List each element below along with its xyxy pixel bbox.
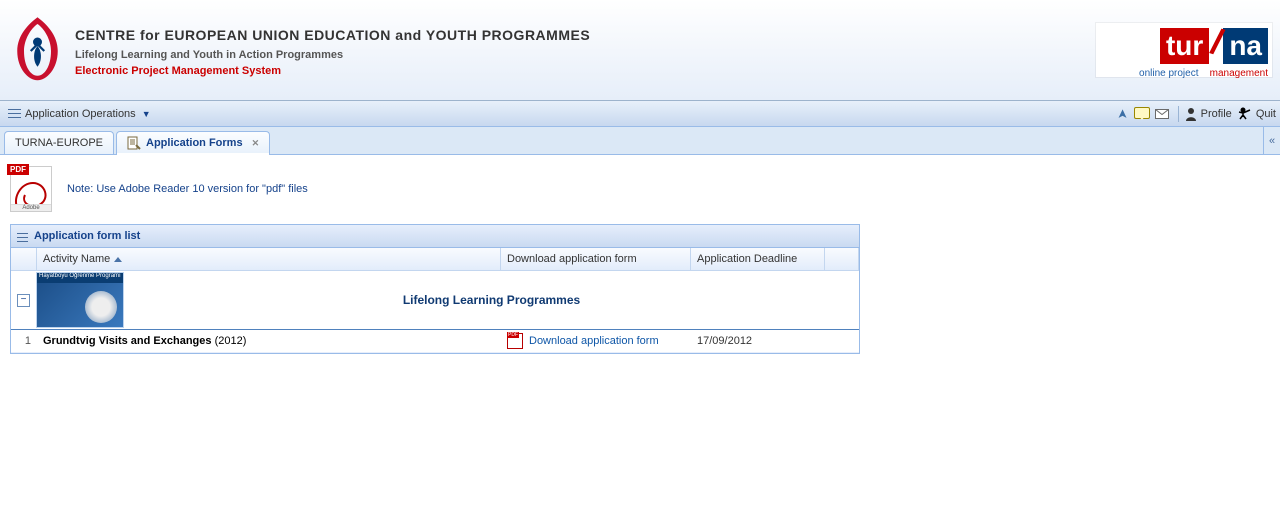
group-thumbnail: Hayatboyu Öğrenme Programı — [36, 272, 124, 328]
thumbnail-label: Hayatboyu Öğrenme Programı — [37, 273, 123, 283]
group-collapse-button[interactable]: − — [17, 294, 30, 307]
quit-label: Quit — [1256, 108, 1276, 120]
col-index[interactable] — [11, 248, 37, 270]
adobe-label: Adobe — [11, 204, 51, 211]
group-title: Lifelong Learning Programmes — [124, 293, 859, 307]
tab-label: TURNA-EUROPE — [15, 137, 103, 149]
exit-icon — [1238, 107, 1252, 121]
download-label: Download application form — [529, 335, 659, 347]
col-label: Application Deadline — [697, 253, 797, 265]
main-toolbar: Application Operations ▼ ➤ Profile Quit — [0, 101, 1280, 127]
cell-filler — [825, 330, 859, 352]
tab-application-forms[interactable]: Application Forms ✕ — [116, 131, 270, 154]
pdf-badge: PDF — [7, 164, 29, 175]
grid-header: Activity Name Download application form … — [11, 248, 859, 271]
table-row[interactable]: 1 Grundtvig Visits and Exchanges (2012) … — [11, 330, 859, 353]
col-activity-name[interactable]: Activity Name — [37, 248, 501, 270]
brand-sub-red: management — [1210, 68, 1268, 79]
menu-label: Application Operations — [25, 108, 136, 120]
content-area: PDF Adobe Note: Use Adobe Reader 10 vers… — [0, 155, 1280, 525]
cell-deadline: 17/09/2012 — [691, 330, 825, 352]
toolbar-separator — [1178, 106, 1179, 122]
collapse-side-button[interactable]: « — [1263, 127, 1280, 155]
panel-title: Application form list — [34, 230, 140, 242]
header-tagline: Electronic Project Management System — [75, 65, 1096, 77]
close-icon[interactable]: ✕ — [248, 138, 260, 149]
activity-name-text: Grundtvig Visits and Exchanges — [43, 335, 212, 347]
brand-part2: na — [1223, 28, 1268, 64]
form-icon — [127, 136, 141, 150]
chevron-down-icon: ▼ — [142, 109, 151, 119]
tab-label: Application Forms — [146, 137, 243, 149]
profile-button[interactable]: Profile — [1185, 107, 1232, 121]
activity-year-text: (2012) — [215, 335, 247, 347]
application-form-list-panel: Application form list Activity Name Down… — [10, 224, 860, 354]
tab-turna-europe[interactable]: TURNA-EUROPE — [4, 131, 114, 154]
profile-label: Profile — [1201, 108, 1232, 120]
row-index: 1 — [11, 330, 37, 352]
col-download[interactable]: Download application form — [501, 248, 691, 270]
header-subtitle: Lifelong Learning and Youth in Action Pr… — [75, 49, 1096, 61]
menu-icon — [8, 108, 21, 119]
quit-button[interactable]: Quit — [1238, 107, 1276, 121]
app-header: CENTRE for EUROPEAN UNION EDUCATION and … — [0, 0, 1280, 101]
pin-icon[interactable]: ➤ — [1114, 106, 1130, 122]
person-icon — [1185, 107, 1197, 121]
col-deadline[interactable]: Application Deadline — [691, 248, 825, 270]
brand-logo: tur / na online project management — [1096, 23, 1272, 77]
pdf-small-icon — [507, 333, 523, 349]
sort-asc-icon — [114, 257, 122, 262]
tabs-row: TURNA-EUROPE Application Forms ✕ « — [0, 127, 1280, 155]
header-title: CENTRE for EUROPEAN UNION EDUCATION and … — [75, 27, 1096, 43]
pdf-note: Note: Use Adobe Reader 10 version for "p… — [67, 183, 308, 195]
menu-application-operations[interactable]: Application Operations ▼ — [4, 106, 155, 122]
cell-download: Download application form — [501, 330, 691, 352]
col-label: Activity Name — [43, 253, 110, 265]
col-filler — [825, 248, 859, 270]
group-row: − Hayatboyu Öğrenme Programı Lifelong Le… — [11, 271, 859, 330]
org-logo — [15, 15, 60, 85]
col-label: Download application form — [507, 253, 637, 265]
cell-activity-name: Grundtvig Visits and Exchanges (2012) — [37, 330, 501, 352]
mail-icon[interactable] — [1154, 106, 1170, 122]
download-link[interactable]: Download application form — [507, 333, 659, 349]
chat-icon[interactable] — [1134, 106, 1150, 122]
brand-sub-blue: online project — [1139, 68, 1198, 79]
brand-part1: tur — [1160, 28, 1209, 64]
pdf-reader-icon[interactable]: PDF Adobe — [10, 166, 52, 212]
panel-icon — [17, 232, 28, 241]
